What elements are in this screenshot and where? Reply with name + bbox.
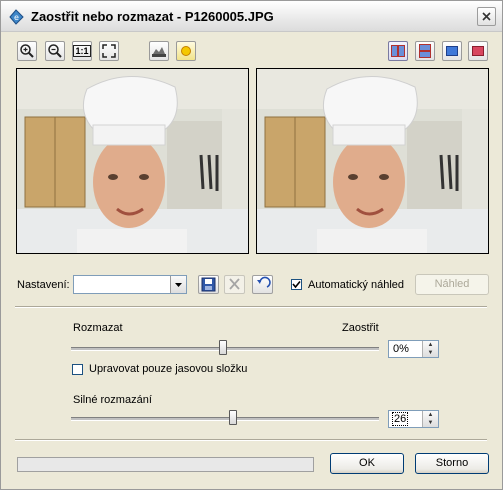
sharpen-spin-buttons[interactable]: ▲ ▼ xyxy=(422,341,438,357)
blur-end-label: Rozmazat xyxy=(73,322,123,334)
title-bar: e Zaostřit nebo rozmazat - P1260005.JPG xyxy=(1,1,502,32)
zoom-fit-button[interactable] xyxy=(99,41,119,61)
strong-blur-slider-thumb[interactable] xyxy=(229,410,237,425)
sharpen-slider-thumb[interactable] xyxy=(219,340,227,355)
sun-icon xyxy=(181,46,191,56)
split-vertical-icon xyxy=(391,45,405,57)
zoom-actual-size-label: 1:1 xyxy=(73,45,91,57)
split-vertical-view-button[interactable] xyxy=(388,41,408,61)
reset-button[interactable] xyxy=(252,275,273,294)
dialog-window: e Zaostřit nebo rozmazat - P1260005.JPG … xyxy=(0,0,503,490)
strong-blur-value-spinner[interactable]: 26 ▲ ▼ xyxy=(388,410,439,428)
split-horizontal-view-button[interactable] xyxy=(415,41,435,61)
close-button[interactable] xyxy=(477,7,496,26)
fit-to-window-icon xyxy=(102,44,116,58)
zoom-in-icon xyxy=(20,44,34,58)
delete-icon xyxy=(229,278,240,290)
separator-top xyxy=(15,306,487,308)
undo-icon xyxy=(257,276,271,288)
cancel-button[interactable]: Storno xyxy=(415,453,489,474)
close-icon xyxy=(482,12,491,21)
histogram-button[interactable] xyxy=(149,41,169,61)
app-icon: e xyxy=(9,9,24,25)
split-horizontal-icon xyxy=(419,44,431,58)
settings-dropdown-button[interactable] xyxy=(170,276,186,293)
ok-button[interactable]: OK xyxy=(330,453,404,474)
strong-blur-value: 26 xyxy=(392,412,409,426)
separator-bottom xyxy=(15,439,487,441)
sharpen-end-label: Zaostřit xyxy=(342,322,379,334)
single-view-icon xyxy=(446,46,458,56)
save-preset-button[interactable] xyxy=(198,275,219,294)
spin-up-icon[interactable]: ▲ xyxy=(423,411,438,419)
zoom-actual-size-button[interactable]: 1:1 xyxy=(72,41,92,61)
original-photo xyxy=(17,69,248,253)
chevron-down-icon xyxy=(175,283,182,287)
preview-button[interactable]: Náhled xyxy=(415,274,489,295)
result-preview[interactable] xyxy=(256,68,489,254)
strong-blur-label: Silné rozmazání xyxy=(73,394,152,406)
strong-blur-slider-track[interactable] xyxy=(71,417,379,421)
result-photo xyxy=(257,69,488,253)
original-preview[interactable] xyxy=(16,68,249,254)
checkmark-icon xyxy=(292,280,301,289)
luminance-only-label: Upravovat pouze jasovou složku xyxy=(89,363,248,375)
settings-combobox[interactable] xyxy=(73,275,187,294)
auto-preview-checkbox[interactable] xyxy=(291,279,302,290)
zoom-out-icon xyxy=(48,44,62,58)
histogram-icon xyxy=(152,47,166,57)
settings-label: Nastavení: xyxy=(17,279,70,291)
zoom-in-button[interactable] xyxy=(17,41,37,61)
single-view-red-icon xyxy=(472,46,484,56)
single-view-after-button[interactable] xyxy=(468,41,488,61)
sharpen-value: 0% xyxy=(393,343,409,355)
delete-preset-button[interactable] xyxy=(224,275,245,294)
luminance-only-checkbox[interactable] xyxy=(72,364,83,375)
spin-up-icon[interactable]: ▲ xyxy=(423,341,438,349)
single-view-before-button[interactable] xyxy=(442,41,462,61)
svg-text:e: e xyxy=(14,13,19,22)
spin-down-icon[interactable]: ▼ xyxy=(423,349,438,357)
zoom-out-button[interactable] xyxy=(45,41,65,61)
window-title: Zaostřit nebo rozmazat - P1260005.JPG xyxy=(31,9,274,24)
strong-blur-spin-buttons[interactable]: ▲ ▼ xyxy=(422,411,438,427)
auto-preview-label: Automatický náhled xyxy=(308,279,404,291)
progress-bar xyxy=(17,457,314,472)
save-icon xyxy=(201,277,216,292)
spin-down-icon[interactable]: ▼ xyxy=(423,419,438,427)
highlight-button[interactable] xyxy=(176,41,196,61)
sharpen-value-spinner[interactable]: 0% ▲ ▼ xyxy=(388,340,439,358)
